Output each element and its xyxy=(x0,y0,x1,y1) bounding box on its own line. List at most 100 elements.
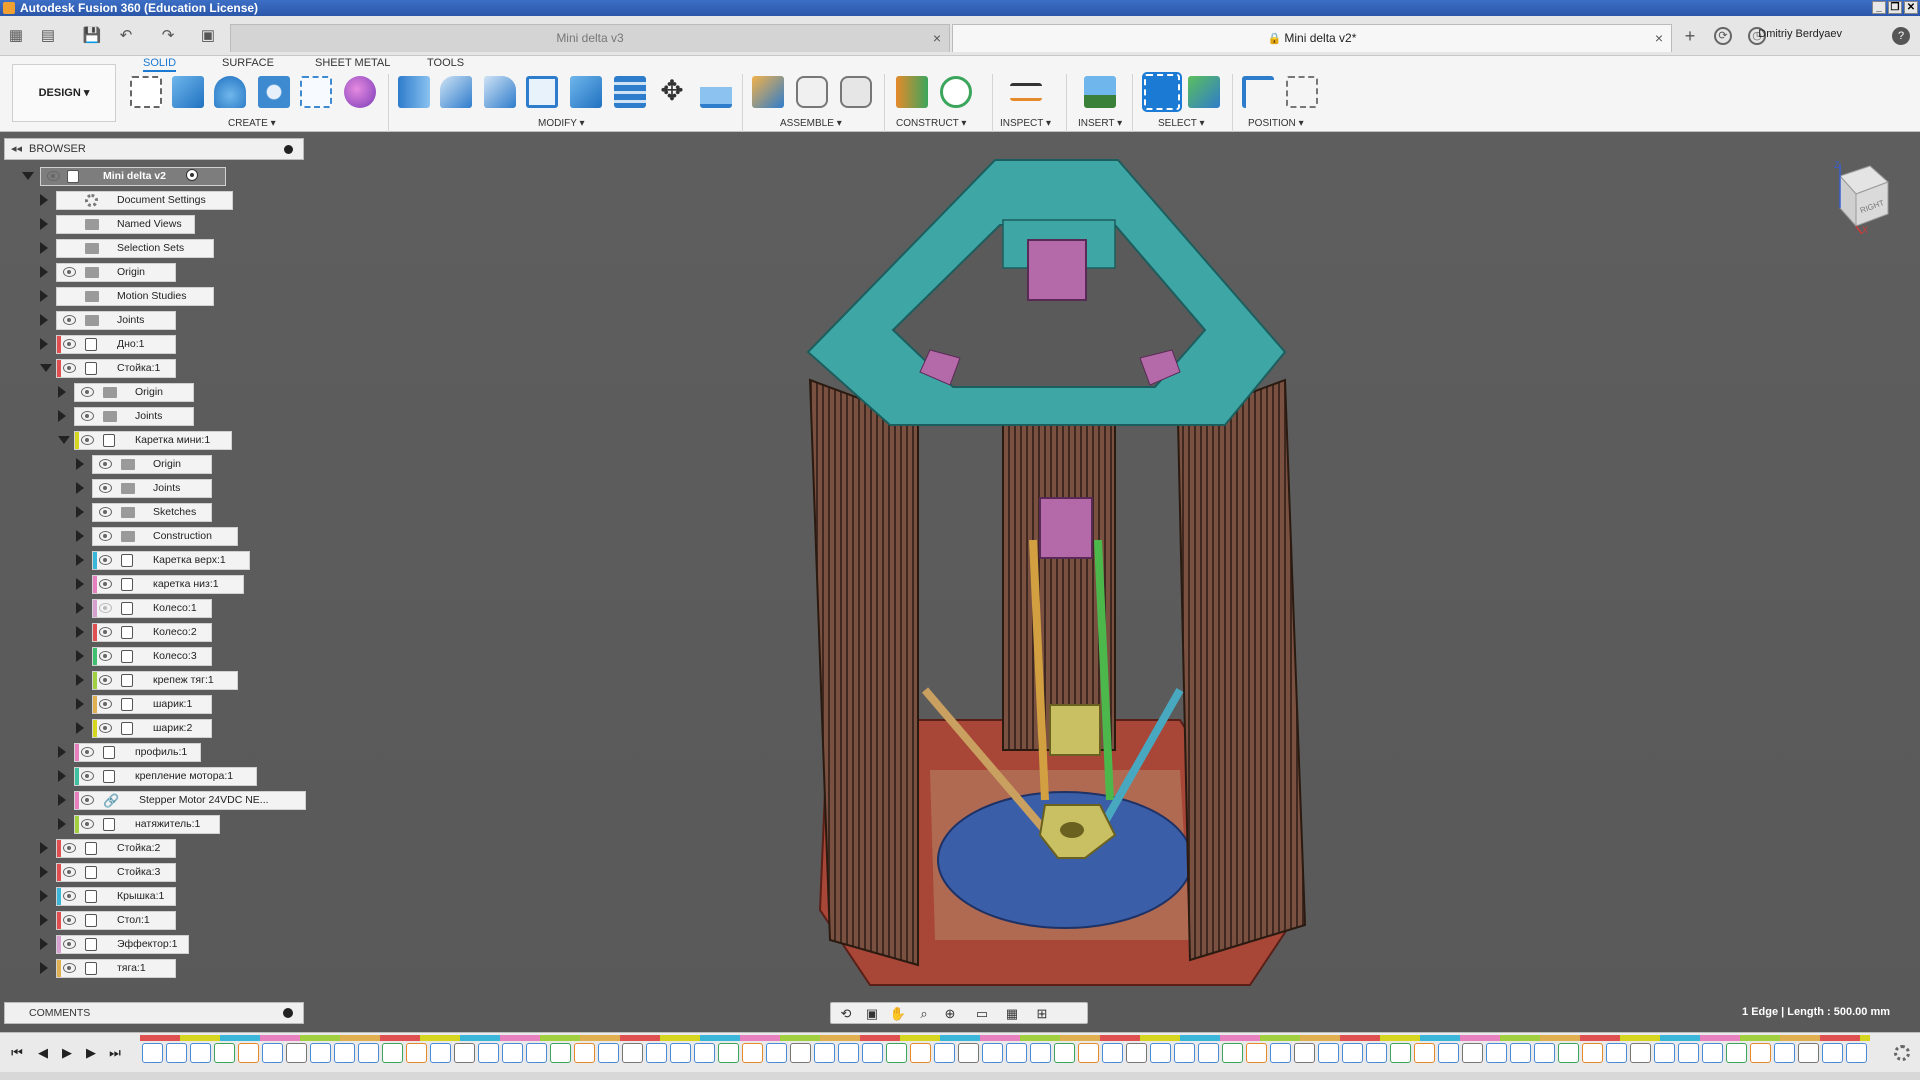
timeline-feature-icon[interactable] xyxy=(1438,1043,1459,1063)
comments-panel[interactable]: COMMENTS xyxy=(4,1002,304,1024)
move-copy-icon[interactable]: ✥ xyxy=(656,76,688,108)
close-icon[interactable]: × xyxy=(1655,25,1663,51)
tab-mini-delta-v3[interactable]: Mini delta v3 × xyxy=(230,24,950,52)
timeline-feature-icon[interactable] xyxy=(454,1043,475,1063)
help-icon[interactable]: ? xyxy=(1892,27,1910,45)
browser-node[interactable]: Document Settings xyxy=(56,191,234,210)
create-sketch-icon[interactable] xyxy=(130,76,162,108)
expand-arrow-icon[interactable] xyxy=(40,338,48,350)
fit-icon[interactable]: ⊕ xyxy=(939,1005,961,1022)
insert-menu[interactable]: INSERT ▾ xyxy=(1078,118,1122,129)
press-pull-icon[interactable] xyxy=(398,76,430,108)
create-menu[interactable]: CREATE ▾ xyxy=(228,118,276,129)
joint-icon[interactable] xyxy=(796,76,828,108)
timeline-feature-icon[interactable] xyxy=(502,1043,523,1063)
revolve-icon[interactable] xyxy=(214,76,246,108)
shell-icon[interactable] xyxy=(526,76,558,108)
browser-node[interactable]: Origin xyxy=(74,383,194,402)
browser-node[interactable]: Эффектор:1 xyxy=(56,935,189,954)
visibility-eye-icon[interactable] xyxy=(99,555,112,565)
browser-node[interactable]: Joints xyxy=(92,479,212,498)
insert-image-icon[interactable] xyxy=(1084,76,1116,108)
timeline-feature-icon[interactable] xyxy=(622,1043,643,1063)
redo-icon[interactable]: ↷ xyxy=(158,26,178,46)
collapse-arrow-icon[interactable] xyxy=(40,364,52,372)
undo-icon[interactable]: ↶ xyxy=(116,26,136,46)
visibility-eye-icon[interactable] xyxy=(63,915,76,925)
visibility-eye-icon[interactable] xyxy=(63,891,76,901)
timeline-feature-icon[interactable] xyxy=(1750,1043,1771,1063)
timeline-feature-icon[interactable] xyxy=(214,1043,235,1063)
visibility-eye-icon[interactable] xyxy=(99,579,112,589)
as-built-joint-icon[interactable] xyxy=(840,76,872,108)
visibility-eye-icon[interactable] xyxy=(81,747,94,757)
tab-sheet-metal[interactable]: SHEET METAL xyxy=(315,56,390,72)
expand-arrow-icon[interactable] xyxy=(76,650,84,662)
browser-node[interactable]: Стойка:1 xyxy=(56,359,177,378)
timeline-feature-icon[interactable] xyxy=(334,1043,355,1063)
browser-node[interactable]: Каретка мини:1 xyxy=(74,431,233,450)
timeline-feature-icon[interactable] xyxy=(958,1043,979,1063)
visibility-eye-icon[interactable] xyxy=(63,363,76,373)
visibility-eye-icon[interactable] xyxy=(81,819,94,829)
add-comment-icon[interactable] xyxy=(283,1008,293,1018)
timeline-feature-icon[interactable] xyxy=(1678,1043,1699,1063)
timeline-feature-icon[interactable] xyxy=(814,1043,835,1063)
timeline-feature-icon[interactable] xyxy=(358,1043,379,1063)
tensioner[interactable] xyxy=(1049,704,1101,756)
timeline-feature-icon[interactable] xyxy=(886,1043,907,1063)
visibility-eye-icon[interactable] xyxy=(81,771,94,781)
timeline-feature-icon[interactable] xyxy=(1102,1043,1123,1063)
visibility-eye-icon[interactable] xyxy=(63,315,76,325)
timeline-feature-icon[interactable] xyxy=(1726,1043,1747,1063)
offset-plane-icon[interactable] xyxy=(896,76,928,108)
browser-node[interactable]: Крышка:1 xyxy=(56,887,177,906)
visibility-eye-icon[interactable] xyxy=(99,459,112,469)
expand-arrow-icon[interactable] xyxy=(58,410,66,422)
expand-arrow-icon[interactable] xyxy=(76,674,84,686)
select-box-icon[interactable] xyxy=(1142,72,1182,112)
minimize-button[interactable]: _ xyxy=(1872,1,1886,14)
visibility-eye-icon[interactable] xyxy=(81,435,94,445)
visibility-eye-icon[interactable] xyxy=(63,843,76,853)
measure-icon[interactable] xyxy=(1010,83,1042,101)
visibility-eye-icon[interactable] xyxy=(99,699,112,709)
timeline-feature-icon[interactable] xyxy=(1846,1043,1867,1063)
3d-viewport[interactable] xyxy=(0,132,1920,1032)
timeline-feature-icon[interactable] xyxy=(1534,1043,1555,1063)
browser-node[interactable]: Joints xyxy=(56,311,176,330)
workspace-switcher[interactable]: DESIGN ▾ xyxy=(12,64,116,122)
look-at-icon[interactable]: ▣ xyxy=(861,1005,883,1022)
browser-node[interactable]: Construction xyxy=(92,527,238,546)
timeline-feature-icon[interactable] xyxy=(1006,1043,1027,1063)
data-panel-grid-icon[interactable]: ▦ xyxy=(6,26,26,46)
timeline-feature-icon[interactable] xyxy=(694,1043,715,1063)
timeline-feature-icon[interactable] xyxy=(1054,1043,1075,1063)
position-menu[interactable]: POSITION ▾ xyxy=(1248,118,1304,129)
timeline-feature-icon[interactable] xyxy=(790,1043,811,1063)
timeline-feature-icon[interactable] xyxy=(1126,1043,1147,1063)
select-menu[interactable]: SELECT ▾ xyxy=(1158,118,1205,129)
browser-node[interactable]: Колесо:3 xyxy=(92,647,213,666)
visibility-eye-icon[interactable] xyxy=(63,867,76,877)
timeline-feature-icon[interactable] xyxy=(1558,1043,1579,1063)
timeline-start-icon[interactable]: ⏮ xyxy=(8,1045,26,1061)
timeline-feature-icon[interactable] xyxy=(742,1043,763,1063)
visibility-eye-icon[interactable] xyxy=(63,339,76,349)
timeline-feature-icon[interactable] xyxy=(862,1043,883,1063)
timeline-feature-icon[interactable] xyxy=(1150,1043,1171,1063)
timeline-feature-icon[interactable] xyxy=(1798,1043,1819,1063)
fillet-icon[interactable] xyxy=(440,76,472,108)
visibility-eye-icon[interactable] xyxy=(63,939,76,949)
expand-arrow-icon[interactable] xyxy=(40,218,48,230)
visibility-eye-icon[interactable] xyxy=(99,627,112,637)
extrude-icon[interactable] xyxy=(172,76,204,108)
create-form-icon[interactable] xyxy=(344,76,376,108)
visibility-eye-icon[interactable] xyxy=(81,411,94,421)
browser-node[interactable]: профиль:1 xyxy=(74,743,201,762)
timeline-feature-icon[interactable] xyxy=(1606,1043,1627,1063)
timeline-feature-icon[interactable] xyxy=(1414,1043,1435,1063)
close-icon[interactable]: × xyxy=(933,25,941,51)
expand-arrow-icon[interactable] xyxy=(58,818,66,830)
tab-mini-delta-v2[interactable]: 🔒 Mini delta v2* × xyxy=(952,24,1672,52)
